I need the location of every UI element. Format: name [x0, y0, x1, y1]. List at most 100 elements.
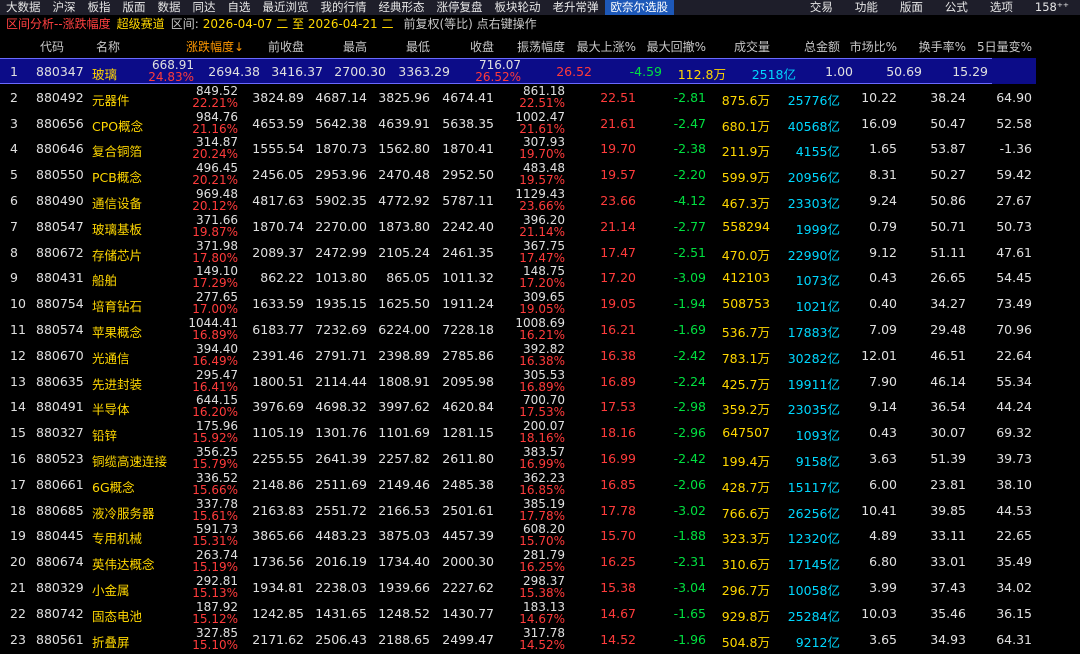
col-close[interactable]: 收盘 — [470, 38, 494, 55]
change-amount-value: 668.91 — [152, 58, 194, 72]
amount-value: 12320亿 — [787, 531, 840, 547]
col-market-ratio[interactable]: 市场比% — [850, 38, 897, 55]
high-value: 1935.15 — [315, 296, 367, 312]
oscillation-value: 716.07 — [479, 58, 521, 72]
menu-item[interactable]: 数据 — [152, 0, 187, 15]
change-amount: 187.92 15.12% — [192, 601, 238, 625]
turnover-value: 50.47 — [930, 115, 966, 131]
table-row[interactable]: 15 880327 铅锌 175.96 15.92% 1105.19 1301.76 1101… — [0, 419, 1080, 445]
volume-value: 680.1万 — [721, 118, 770, 134]
market-ratio-value: 9.24 — [869, 192, 897, 208]
amount-value: 1093亿 — [795, 428, 840, 444]
amount-value: 17883亿 — [787, 324, 840, 340]
change-amount: 337.78 15.61% — [192, 498, 238, 522]
col-code[interactable]: 代码 — [40, 38, 64, 55]
low-value: 1562.80 — [378, 141, 430, 157]
change-amount-percent: 17.00% — [192, 302, 238, 317]
table-row[interactable]: 14 880491 半导体 644.15 16.20% 3976.69 4698.32 399… — [0, 393, 1080, 419]
col-max-drawdown[interactable]: 最大回撤% — [647, 38, 706, 55]
table-row[interactable]: 8 880672 存储芯片 371.98 17.80% 2089.37 2472.99 210… — [0, 239, 1080, 265]
table-row[interactable]: 10 880754 培育钻石 277.65 17.00% 1633.59 1935.15 16… — [0, 290, 1080, 316]
right-menu-item[interactable]: 158⁺⁺ — [1024, 0, 1080, 15]
table-row[interactable]: 7 880547 玻璃基板 371.66 19.87% 1870.74 2270.00 187… — [0, 213, 1080, 239]
menu-item[interactable]: 老升常弹 — [547, 0, 605, 15]
col-low[interactable]: 最低 — [406, 38, 430, 55]
table-row[interactable]: 22 880742 固态电池 187.92 15.12% 1242.85 1431.65 12… — [0, 600, 1080, 626]
max-drawdown-value: -2.06 — [673, 476, 706, 492]
col-prev-close[interactable]: 前收盘 — [268, 38, 304, 55]
menu-item[interactable]: 我的行情 — [315, 0, 373, 15]
col-name[interactable]: 名称 — [96, 38, 120, 55]
table-row[interactable]: 9 880431 船舶 149.10 17.29% 862.22 1013.80 865.05… — [0, 264, 1080, 290]
close-value: 2785.86 — [442, 347, 494, 363]
oscillation: 367.75 17.47% — [519, 240, 565, 264]
oscillation: 317.78 14.52% — [519, 627, 565, 651]
turnover-value: 34.27 — [930, 296, 966, 312]
volume-value: 875.6万 — [721, 92, 770, 108]
date-range[interactable]: 2026-04-07 二 至 2026-04-21 二 — [203, 15, 394, 32]
col-volume[interactable]: 成交量 — [734, 38, 770, 55]
col-turnover[interactable]: 换手率% — [919, 38, 966, 55]
menu-item[interactable]: 欧奈尔选股 — [604, 0, 674, 15]
table-row[interactable]: 4 880646 复合铜箔 314.87 20.24% 1555.54 1870.73 156… — [0, 135, 1080, 161]
prev-close-value: 862.22 — [260, 270, 304, 286]
col-oscillation[interactable]: 振荡幅度 — [517, 38, 565, 55]
table-row[interactable]: 6 880490 通信设备 969.48 20.12% 4817.63 5902.35 477… — [0, 187, 1080, 213]
oscillation: 200.07 18.16% — [519, 420, 565, 444]
menu-item[interactable]: 沪深 — [47, 0, 82, 15]
col-change-sorted[interactable]: 涨跌幅度↓ — [186, 38, 244, 55]
prev-close-value: 1870.74 — [252, 218, 304, 234]
menu-item[interactable]: 经典形态 — [373, 0, 431, 15]
right-menu-item[interactable]: 功能 — [844, 0, 889, 15]
oscillation: 396.20 21.14% — [519, 214, 565, 238]
menu-item[interactable]: 涨停复盘 — [431, 0, 489, 15]
right-menu-item[interactable]: 版面 — [889, 0, 934, 15]
high-value: 1431.65 — [315, 605, 367, 621]
prev-close-value: 6183.77 — [252, 321, 304, 337]
menu-item[interactable]: 板块轮动 — [489, 0, 547, 15]
table-row[interactable]: 21 880329 小金属 292.81 15.13% 1934.81 2238.03 193… — [0, 574, 1080, 600]
change-amount-percent: 24.83% — [148, 70, 194, 84]
table-row[interactable]: 17 880661 6G概念 336.52 15.66% 2148.86 2511.69 21… — [0, 471, 1080, 497]
close-value: 7228.18 — [442, 321, 494, 337]
volume-change-value: 36.15 — [996, 605, 1032, 621]
right-menu-item[interactable]: 选项 — [979, 0, 1024, 15]
oscillation-value: 367.75 — [523, 238, 565, 253]
sector-name: 玻璃基板 — [92, 221, 143, 237]
table-row[interactable]: 23 880561 折叠屏 327.85 15.10% 2171.62 2506.43 218… — [0, 626, 1080, 652]
right-menu-item[interactable]: 公式 — [934, 0, 979, 15]
right-menu-item[interactable]: 交易 — [799, 0, 844, 15]
range-label: 区间: — [170, 17, 199, 31]
change-amount-percent: 15.61% — [192, 508, 238, 523]
table-row[interactable]: 20 880674 英伟达概念 263.74 15.19% 1736.56 2016.19 1… — [0, 548, 1080, 574]
col-high[interactable]: 最高 — [343, 38, 367, 55]
change-amount-percent: 22.21% — [192, 95, 238, 110]
table-row[interactable]: 16 880523 铜缆高速连接 356.25 15.79% 2255.55 2641.39… — [0, 445, 1080, 471]
table-row[interactable]: 2 880492 元器件 849.52 22.21% 3824.89 4687.14 3825… — [0, 84, 1080, 110]
menu-item[interactable]: 自选 — [222, 0, 257, 15]
menu-item[interactable]: 板指 — [82, 0, 117, 15]
menu-item[interactable]: 版面 — [117, 0, 152, 15]
col-amount[interactable]: 总金额 — [804, 38, 840, 55]
menu-item[interactable]: 同达 — [187, 0, 222, 15]
table-row[interactable]: 3 880656 CPO概念 984.76 21.16% 4653.59 5642.38 46… — [0, 110, 1080, 136]
sector-code: 880329 — [36, 579, 84, 595]
change-amount-percent: 20.12% — [192, 198, 238, 213]
table-row[interactable]: 12 880670 光通信 394.40 16.49% 2391.46 2791.71 239… — [0, 342, 1080, 368]
col-max-up[interactable]: 最大上涨% — [577, 38, 636, 55]
oscillation-percent: 21.14% — [519, 224, 565, 239]
oscillation: 298.37 15.38% — [519, 575, 565, 599]
menu-item[interactable]: 大数据 — [0, 0, 47, 15]
menu-item[interactable]: 最近浏览 — [257, 0, 315, 15]
col-5day-volume-change[interactable]: 5日量变% — [977, 38, 1032, 55]
mode-label[interactable]: 超级赛道 — [117, 15, 165, 32]
table-row[interactable]: 18 880685 液冷服务器 337.78 15.61% 2163.83 2551.72 2… — [0, 497, 1080, 523]
table-row[interactable]: 13 880635 先进封装 295.47 16.41% 1800.51 2114.44 18… — [0, 368, 1080, 394]
market-ratio-value: 10.22 — [861, 89, 897, 105]
table-row[interactable]: 5 880550 PCB概念 496.45 20.21% 2456.05 2953.96 24… — [0, 161, 1080, 187]
table-row[interactable]: 11 880574 苹果概念 1044.41 16.89% 6183.77 7232.69 6… — [0, 316, 1080, 342]
high-value: 2791.71 — [315, 347, 367, 363]
oscillation-value: 861.18 — [523, 83, 565, 98]
table-row[interactable]: 19 880445 专用机械 591.73 15.31% 3865.66 4483.23 38… — [0, 522, 1080, 548]
table-row[interactable]: 1 880347 玻璃 668.91 24.83% 2694.38 3416.37 2700.… — [0, 58, 1036, 84]
